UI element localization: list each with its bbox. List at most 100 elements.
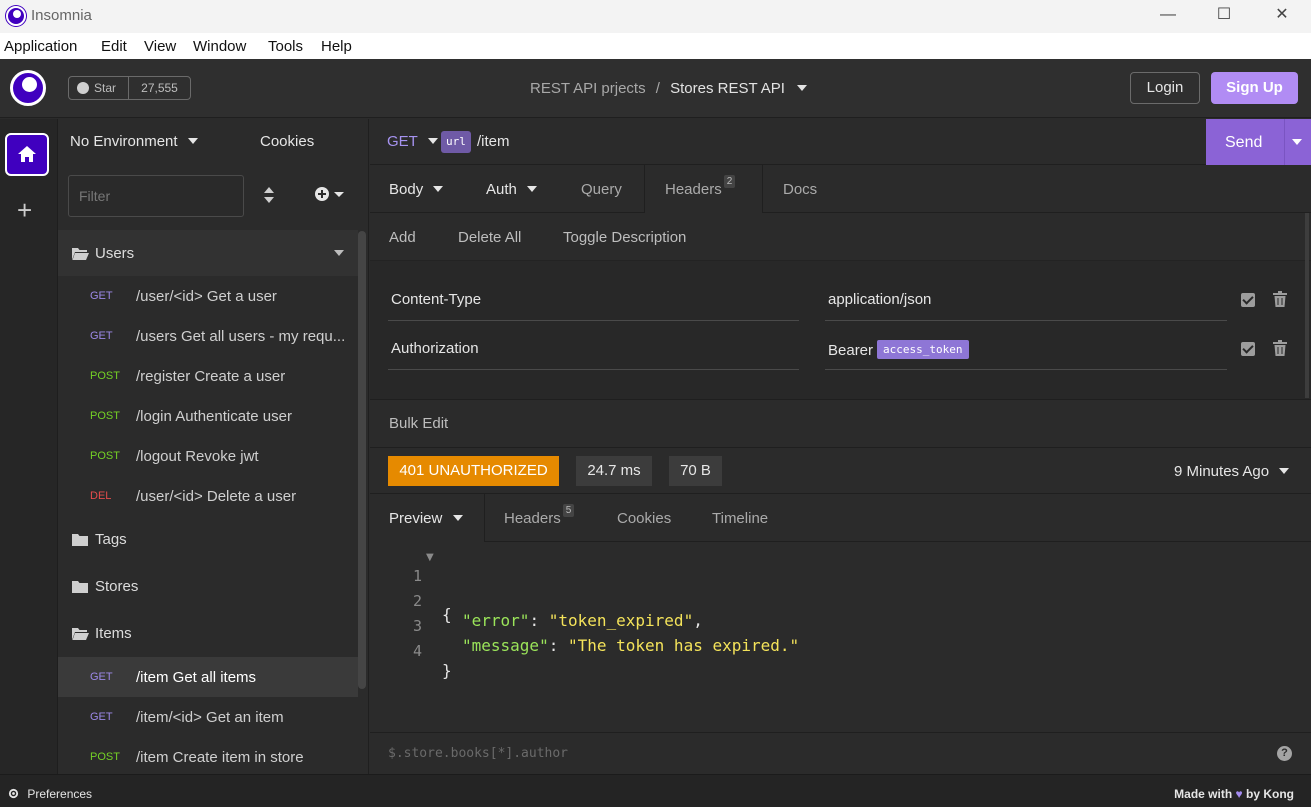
method-badge: POST	[90, 751, 120, 763]
insomnia-app-icon	[6, 6, 26, 26]
response-body-viewer[interactable]: 1 ▼ { 2 "error": "token_expired", 3 "mes…	[370, 542, 1311, 732]
made-with-credit[interactable]: Made with ♥ by Kong	[1174, 787, 1294, 801]
request-item[interactable]: POST /item Create item in store	[58, 737, 358, 774]
tab-body[interactable]: Body	[389, 181, 444, 198]
tab-auth[interactable]: Auth	[486, 181, 538, 198]
header-value-field[interactable]: Bearer access_token	[825, 330, 1227, 370]
response-status-bar: 401 UNAUTHORIZED 24.7 ms 70 B 9 Minutes …	[370, 447, 1311, 494]
tab-query[interactable]: Query	[581, 181, 622, 198]
minimize-button[interactable]: —	[1148, 4, 1188, 28]
close-window-button[interactable]: ✕	[1262, 4, 1302, 28]
method-badge: POST	[90, 450, 120, 462]
menu-edit[interactable]: Edit	[101, 38, 127, 55]
tab-docs[interactable]: Docs	[783, 181, 817, 198]
environment-selector[interactable]: No Environment	[70, 133, 198, 150]
preferences-button[interactable]: Preferences	[8, 787, 92, 801]
breadcrumb-project[interactable]: REST API prjects	[530, 80, 646, 97]
sidebar: No Environment Cookies Filter Users GET …	[58, 119, 369, 774]
response-history-dropdown[interactable]: 9 Minutes Ago	[1174, 463, 1290, 480]
title-bar: Insomnia — ☐ ✕	[0, 0, 1311, 33]
home-icon	[18, 146, 36, 162]
cookies-button[interactable]: Cookies	[260, 133, 314, 150]
request-tree: Users GET /user/<id> Get a user GET /use…	[58, 230, 358, 774]
request-item[interactable]: DEL /user/<id> Delete a user	[58, 476, 358, 516]
trash-icon[interactable]	[1273, 291, 1287, 307]
response-size-badge: 70 B	[669, 456, 722, 486]
tab-timeline[interactable]: Timeline	[712, 510, 768, 527]
add-icon[interactable]: +	[17, 197, 32, 223]
request-item[interactable]: POST /register Create a user	[58, 356, 358, 396]
header-value-field[interactable]: application/json	[825, 281, 1227, 321]
chevron-down-icon[interactable]	[1292, 139, 1302, 145]
folder-label: Items	[95, 625, 132, 642]
plus-circle-icon	[315, 187, 344, 201]
folder-icon	[72, 581, 88, 593]
folder-stores[interactable]: Stores	[58, 563, 358, 610]
menu-tools[interactable]: Tools	[268, 38, 303, 55]
tab-preview[interactable]: Preview	[370, 494, 485, 542]
folder-items[interactable]: Items	[58, 610, 358, 657]
create-new-dropdown[interactable]	[314, 186, 344, 207]
github-star-badge[interactable]: Star 27,555	[68, 76, 191, 100]
sidebar-scrollbar[interactable]	[358, 231, 366, 689]
window-title: Insomnia	[31, 7, 92, 24]
headers-scrollbar[interactable]	[1305, 213, 1309, 398]
help-icon[interactable]: ?	[1277, 746, 1292, 761]
chevron-down-icon	[187, 138, 198, 144]
filter-input[interactable]: Filter	[68, 175, 244, 217]
request-item[interactable]: POST /login Authenticate user	[58, 396, 358, 436]
headers-editor: Content-Type application/json Authorizat…	[370, 213, 1311, 399]
chevron-down-icon[interactable]	[797, 85, 808, 91]
request-item[interactable]: POST /logout Revoke jwt	[58, 436, 358, 476]
header-row: Content-Type application/json	[388, 281, 1288, 321]
login-button[interactable]: Login	[1130, 72, 1200, 104]
request-item[interactable]: GET /item/<id> Get an item	[58, 697, 358, 737]
request-label: /item Create item in store	[136, 748, 304, 766]
breadcrumb-collection[interactable]: Stores REST API	[670, 80, 785, 97]
send-button[interactable]: Send	[1206, 119, 1311, 165]
fold-arrow-icon[interactable]: ▼	[426, 552, 434, 563]
insomnia-logo[interactable]	[10, 70, 46, 106]
request-item[interactable]: GET /user/<id> Get a user	[58, 276, 358, 316]
url-variable-tag[interactable]: url	[441, 131, 471, 153]
bulk-edit-bar: Bulk Edit	[370, 399, 1311, 447]
request-label: /item/<id> Get an item	[136, 708, 284, 726]
tab-response-cookies[interactable]: Cookies	[617, 510, 671, 527]
sign-up-button[interactable]: Sign Up	[1211, 72, 1298, 104]
toggle-description-button[interactable]: Toggle Description	[563, 229, 686, 246]
add-header-button[interactable]: Add	[389, 229, 416, 246]
folder-users[interactable]: Users	[58, 230, 358, 276]
chevron-down-icon	[334, 250, 344, 256]
header-name-field[interactable]: Content-Type	[388, 281, 799, 321]
request-item[interactable]: GET /users Get all users - my requ...	[58, 316, 358, 356]
menu-window[interactable]: Window	[193, 38, 246, 55]
menu-application[interactable]: Application	[4, 38, 77, 55]
folder-open-icon	[72, 247, 89, 260]
maximize-button[interactable]: ☐	[1204, 4, 1244, 28]
method-badge: GET	[90, 711, 113, 723]
tab-headers-label: Headers	[665, 181, 722, 198]
github-star-label: Star	[94, 81, 117, 95]
method-selector[interactable]: GET	[387, 133, 438, 150]
home-button[interactable]	[5, 133, 49, 176]
status-code-badge: 401 UNAUTHORIZED	[388, 456, 559, 486]
menu-view[interactable]: View	[144, 38, 176, 55]
bulk-edit-button[interactable]: Bulk Edit	[389, 415, 448, 432]
request-label: /logout Revoke jwt	[136, 447, 259, 465]
code-text: }	[442, 661, 452, 680]
tab-headers[interactable]: Headers 2	[644, 165, 763, 213]
variable-token[interactable]: access_token	[877, 340, 969, 359]
tab-response-headers[interactable]: Headers 5	[504, 504, 575, 527]
sort-icon[interactable]	[263, 187, 275, 203]
menu-help[interactable]: Help	[321, 38, 352, 55]
url-input[interactable]: /item	[477, 133, 510, 150]
folder-tags[interactable]: Tags	[58, 516, 358, 563]
checkbox-icon[interactable]	[1241, 293, 1255, 307]
checkbox-icon[interactable]	[1241, 342, 1255, 356]
jsonpath-input[interactable]: $.store.books[*].author	[388, 746, 568, 761]
header-name-field[interactable]: Authorization	[388, 330, 799, 370]
request-label: /login Authenticate user	[136, 407, 292, 425]
trash-icon[interactable]	[1273, 340, 1287, 356]
request-item-active[interactable]: GET /item Get all items	[58, 657, 358, 697]
delete-all-button[interactable]: Delete All	[458, 229, 521, 246]
